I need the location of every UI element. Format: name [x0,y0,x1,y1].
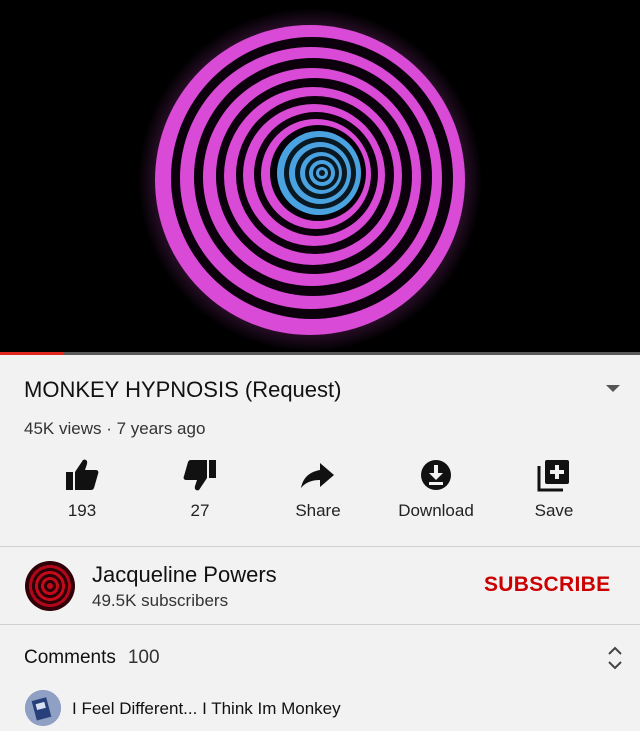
action-bar: 193 27 Share Download Save [0,455,640,530]
thumbs-up-icon [66,459,99,490]
download-button[interactable]: Download [381,455,491,521]
video-player[interactable] [0,0,640,355]
share-button[interactable]: Share [263,455,373,521]
subscriber-count: 49.5K subscribers [92,591,229,610]
progress-bar[interactable] [0,352,640,355]
divider [0,546,640,547]
dislike-button[interactable]: 27 [145,455,255,521]
subscribe-button[interactable]: SUBSCRIBE [484,573,610,597]
comments-label: Comments [24,647,116,668]
download-label: Download [398,501,474,520]
avatar-image [25,690,61,726]
share-label: Share [295,501,341,520]
comment-text: I Feel Different... I Think Im Monkey [72,699,341,718]
expand-collapse-icon[interactable] [604,643,626,673]
channel-name[interactable]: Jacqueline Powers [92,562,277,588]
like-button[interactable]: 193 [27,455,137,521]
divider [0,624,640,625]
save-label: Save [534,501,574,520]
comments-header[interactable]: Comments 100 [24,647,160,669]
progress-fill [0,352,64,355]
share-arrow-icon [301,463,334,488]
thumbs-down-icon [183,460,216,491]
video-title: MONKEY HYPNOSIS (Request) [24,377,342,402]
commenter-avatar[interactable] [25,690,61,726]
dislike-count: 27 [190,501,210,520]
comments-count: 100 [127,647,160,668]
chevron-down-icon[interactable] [606,385,620,392]
channel-avatar[interactable] [25,561,75,611]
add-to-playlist-icon [537,460,569,492]
view-count-and-date: 45K views · 7 years ago [24,419,206,438]
hypnotic-spiral-frame [138,8,482,352]
download-icon [421,460,451,490]
save-button[interactable]: Save [499,455,609,521]
like-count: 193 [67,501,97,520]
